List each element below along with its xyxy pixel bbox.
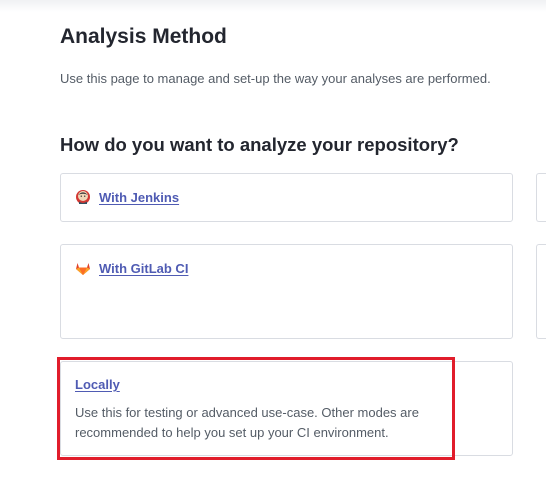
gitlab-card[interactable] xyxy=(60,244,513,339)
gitlab-card-next xyxy=(536,244,546,339)
gitlab-link[interactable]: With GitLab CI xyxy=(75,260,188,276)
jenkins-label: With Jenkins xyxy=(99,189,180,205)
top-bar xyxy=(0,0,546,12)
page-description: Use this page to manage and set-up the w… xyxy=(60,71,491,86)
jenkins-icon xyxy=(75,189,91,205)
section-heading: How do you want to analyze your reposito… xyxy=(60,134,459,155)
jenkins-card-next xyxy=(536,173,546,222)
page-title: Analysis Method xyxy=(60,25,227,48)
jenkins-link[interactable]: With Jenkins xyxy=(75,189,179,205)
gitlab-icon xyxy=(75,260,91,276)
gitlab-label: With GitLab CI xyxy=(99,260,189,276)
highlight-box xyxy=(57,357,455,460)
